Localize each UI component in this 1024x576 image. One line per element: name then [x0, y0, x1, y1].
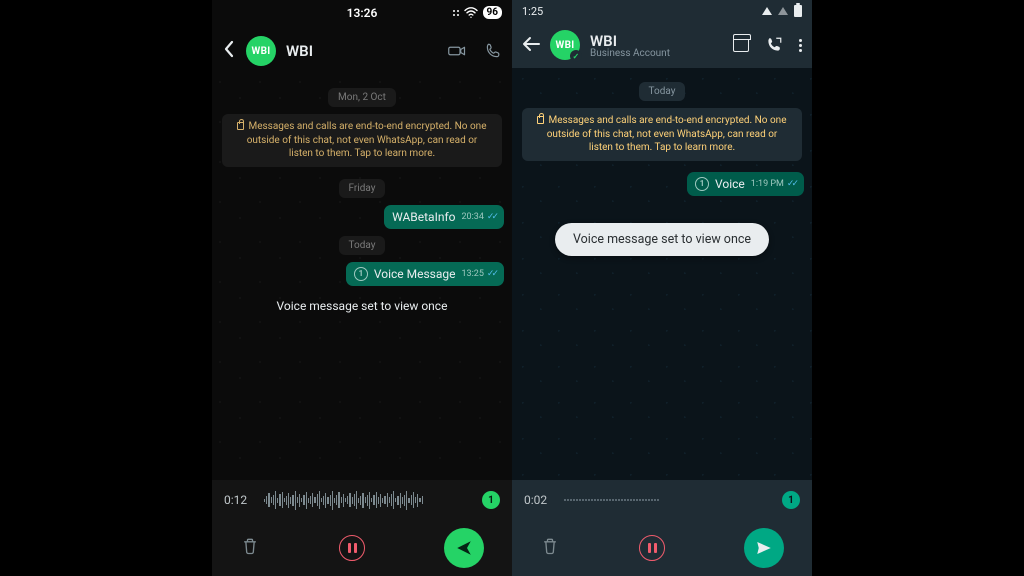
chat-name: WBI — [286, 42, 313, 60]
view-once-toggle[interactable]: 1 — [782, 491, 800, 509]
header-actions — [733, 36, 802, 54]
status-time: 1:25 — [522, 5, 543, 18]
message-text: Voice Message — [374, 267, 456, 281]
send-button[interactable] — [744, 528, 784, 568]
voice-call-icon[interactable] — [765, 36, 783, 54]
recorder-bar: 0:12 1 — [212, 480, 512, 520]
recorder-controls — [212, 520, 512, 576]
phone-left-ios: 13:26 96 WBI WBI Mon, 2 Oct Messages — [212, 0, 512, 576]
encryption-notice[interactable]: Messages and calls are end-to-end encryp… — [222, 114, 502, 167]
header-actions — [448, 42, 502, 60]
back-button[interactable] — [522, 33, 540, 57]
view-once-icon: 1 — [695, 177, 709, 191]
chat-header: WBI WBI Business Account — [512, 22, 812, 68]
pause-recording-button[interactable] — [639, 535, 665, 561]
date-separator: Today — [639, 82, 686, 101]
date-separator: Mon, 2 Oct — [328, 88, 396, 107]
recorder-controls — [512, 520, 812, 576]
voice-call-icon[interactable] — [484, 42, 502, 60]
read-ticks-icon: ✓✓ — [787, 179, 796, 189]
toast: Voice message set to view once — [555, 223, 769, 256]
cellular-icon — [453, 10, 459, 16]
lock-icon — [537, 116, 544, 124]
message-out-voice[interactable]: 1 Voice 1:19 PM✓✓ — [687, 172, 804, 196]
signal-icon — [762, 7, 772, 15]
chat-title[interactable]: WBI Business Account — [590, 32, 670, 59]
chat-area[interactable]: Today Messages and calls are end-to-end … — [512, 68, 812, 480]
toast: Voice message set to view once — [277, 299, 448, 313]
send-button[interactable] — [444, 528, 484, 568]
chat-subtitle: Business Account — [590, 48, 670, 59]
chat-header: WBI WBI — [212, 28, 512, 74]
shop-icon[interactable] — [733, 38, 749, 52]
avatar[interactable]: WBI — [246, 36, 276, 66]
status-icons: 96 — [453, 6, 502, 19]
message-time: 20:34 — [461, 212, 483, 222]
message-time: 1:19 PM — [751, 179, 784, 189]
avatar[interactable]: WBI — [550, 30, 580, 60]
battery-icon — [794, 5, 802, 17]
phone-right-android: 1:25 WBI WBI Business Account — [512, 0, 812, 576]
recorder-time: 0:02 — [524, 493, 554, 507]
delete-recording-button[interactable] — [540, 536, 560, 560]
status-time: 13:26 — [347, 6, 378, 20]
status-bar: 1:25 — [512, 0, 812, 22]
back-button[interactable] — [222, 39, 236, 63]
view-once-icon: 1 — [354, 267, 368, 281]
wifi-icon — [464, 7, 478, 18]
read-ticks-icon: ✓✓ — [487, 269, 496, 279]
message-out-voice[interactable]: 1 Voice Message 13:25 ✓✓ — [346, 262, 504, 286]
chat-area[interactable]: Mon, 2 Oct Messages and calls are end-to… — [212, 74, 512, 480]
date-separator: Friday — [339, 179, 386, 198]
waveform[interactable] — [264, 489, 472, 511]
encryption-notice[interactable]: Messages and calls are end-to-end encryp… — [522, 108, 802, 161]
message-text: Voice — [715, 177, 745, 191]
read-ticks-icon: ✓✓ — [487, 212, 496, 222]
video-call-icon[interactable] — [448, 42, 466, 60]
status-icons — [762, 5, 802, 17]
message-text: WABetaInfo — [392, 210, 455, 224]
battery-icon: 96 — [483, 6, 502, 19]
lock-icon — [237, 122, 244, 130]
recorder-bar: 0:02 1 — [512, 480, 812, 520]
view-once-toggle[interactable]: 1 — [482, 491, 500, 509]
waveform[interactable] — [564, 489, 772, 511]
delete-recording-button[interactable] — [240, 536, 260, 560]
recorder-time: 0:12 — [224, 493, 254, 507]
message-out[interactable]: WABetaInfo 20:34 ✓✓ — [384, 205, 504, 229]
pause-recording-button[interactable] — [339, 535, 365, 561]
more-options-icon[interactable] — [799, 39, 802, 52]
signal-icon — [778, 7, 788, 15]
status-bar: 13:26 96 — [212, 0, 512, 28]
date-separator: Today — [339, 236, 386, 255]
chat-title[interactable]: WBI — [286, 42, 313, 60]
message-time: 13:25 — [461, 269, 483, 279]
